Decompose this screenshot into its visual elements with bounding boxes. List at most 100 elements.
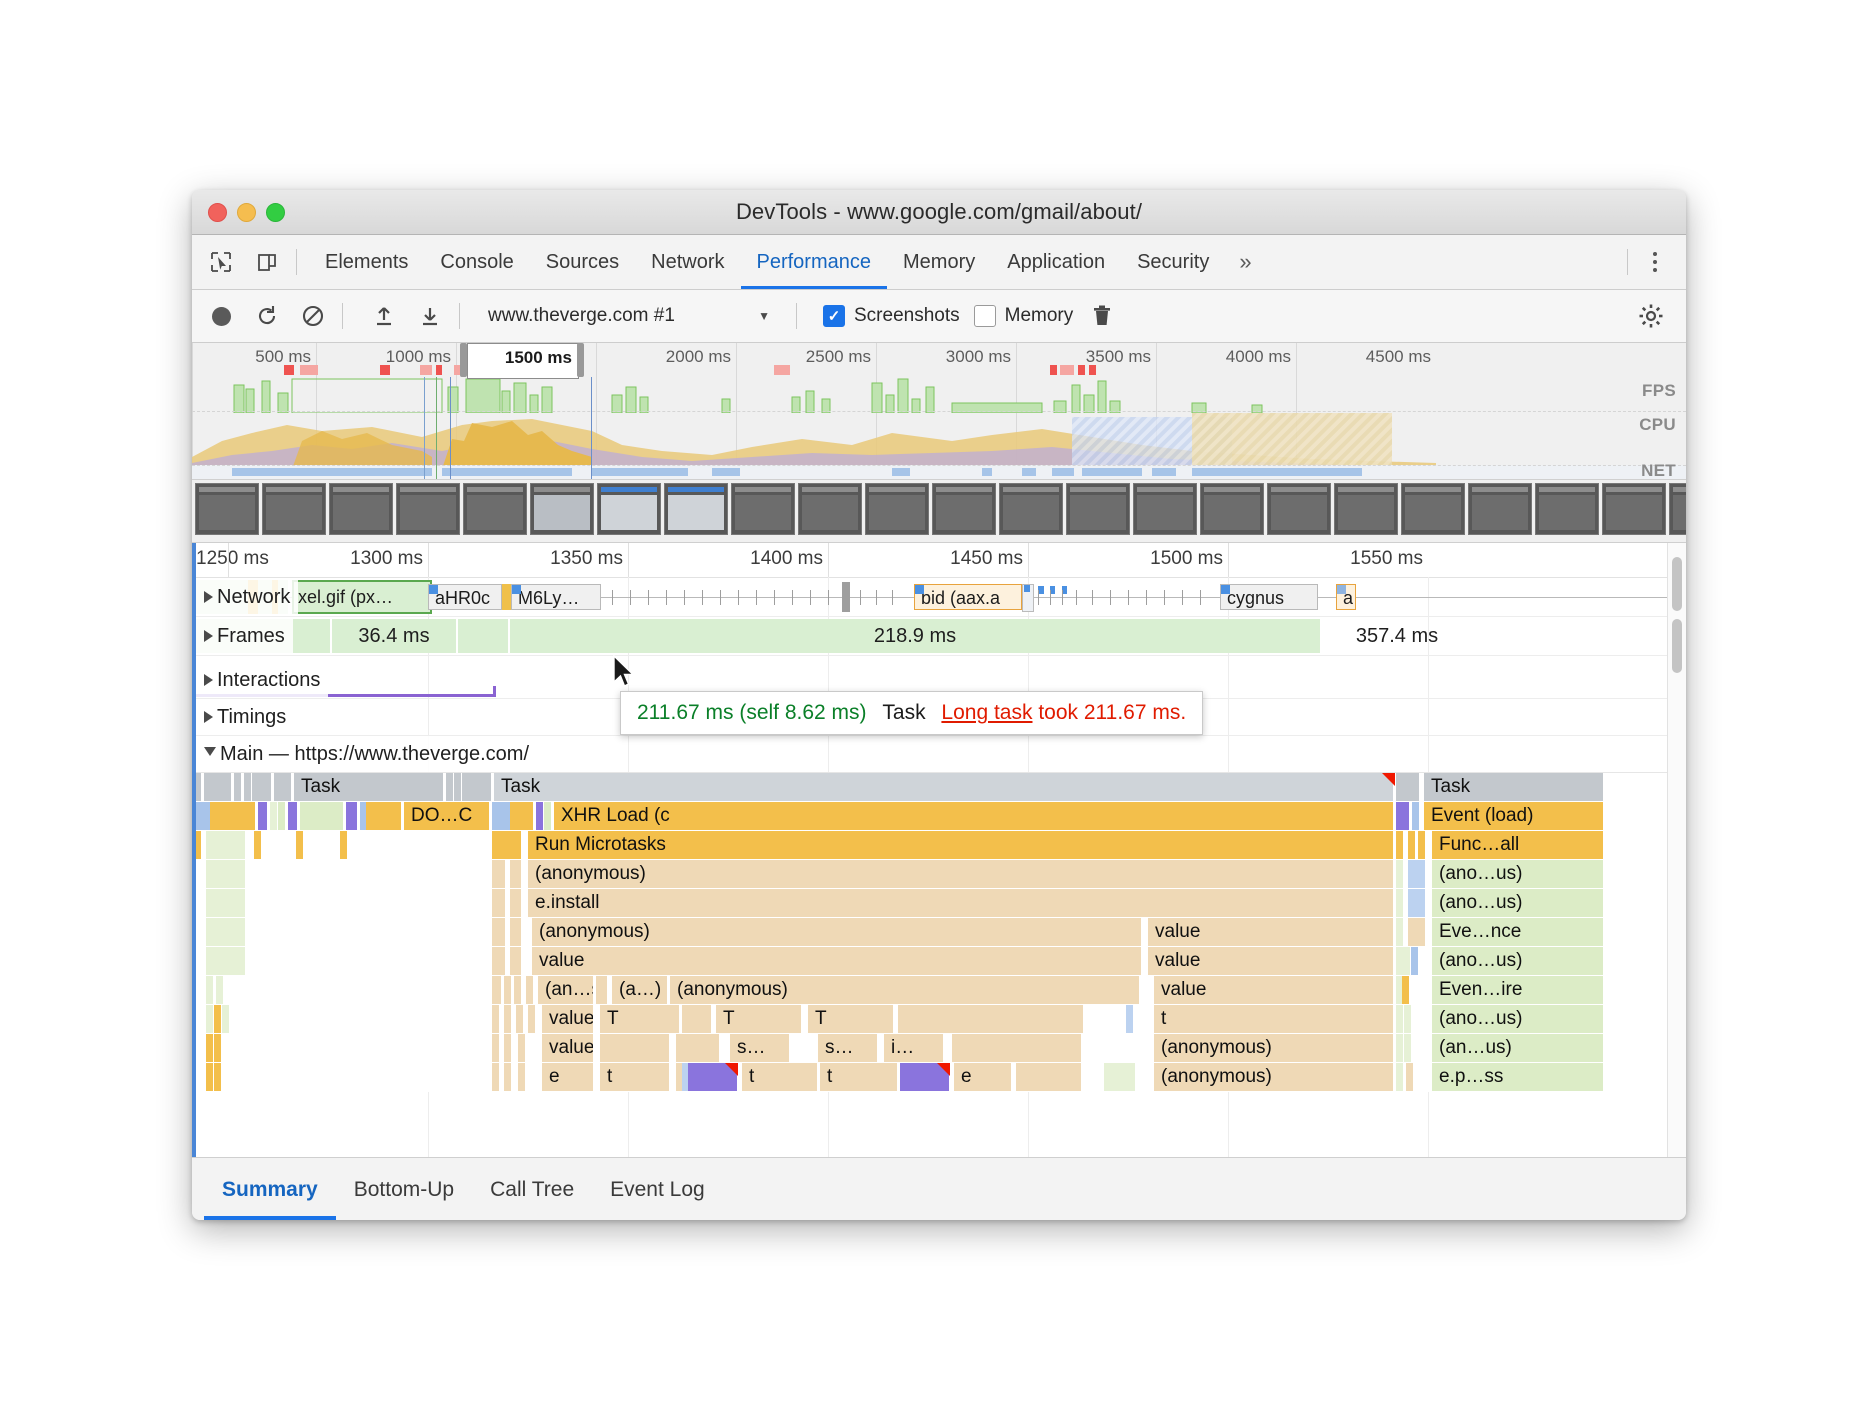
flame-block-task-2[interactable]: Task bbox=[494, 773, 1394, 801]
filmstrip-frame[interactable] bbox=[1468, 483, 1532, 535]
filmstrip-frame[interactable] bbox=[731, 483, 795, 535]
flame-block-anonymous-3[interactable]: (anonymous) bbox=[670, 976, 1140, 1004]
tab-summary[interactable]: Summary bbox=[204, 1159, 336, 1220]
flame-block-value-2[interactable]: value bbox=[532, 947, 1142, 975]
flame-block-s-2[interactable]: s… bbox=[818, 1034, 878, 1062]
frame-duration-2[interactable]: 218.9 ms bbox=[510, 619, 1322, 653]
filmstrip-frame[interactable] bbox=[664, 483, 728, 535]
flame-block-anonymous-2[interactable]: (anonymous) bbox=[532, 918, 1142, 946]
flame-block-value-5[interactable]: value bbox=[542, 1005, 594, 1033]
flame-block-xhr-load[interactable]: XHR Load (c bbox=[554, 802, 1394, 830]
flame-block-i-1[interactable]: i… bbox=[884, 1034, 944, 1062]
flame-block-task-3[interactable]: Task bbox=[1424, 773, 1604, 801]
cursor-inspect-icon[interactable] bbox=[204, 245, 238, 279]
track-main[interactable]: Main — https://www.theverge.com/ bbox=[192, 736, 1686, 773]
scrollbar-thumb-bottom[interactable] bbox=[1672, 619, 1682, 673]
flame-block-run-microtasks[interactable]: Run Microtasks bbox=[528, 831, 1394, 859]
filmstrip-frame[interactable] bbox=[1334, 483, 1398, 535]
flame-block-s-1[interactable]: s… bbox=[730, 1034, 790, 1062]
filmstrip-frame[interactable] bbox=[463, 483, 527, 535]
filmstrip-frame[interactable] bbox=[1267, 483, 1331, 535]
filmstrip-frame[interactable] bbox=[396, 483, 460, 535]
flame-block-an-s[interactable]: (an…s) bbox=[538, 976, 594, 1004]
flame-block-anon-right-4[interactable]: (ano…us) bbox=[1432, 1005, 1604, 1033]
flame-block-an-us[interactable]: (an…us) bbox=[1432, 1034, 1604, 1062]
load-profile-icon[interactable] bbox=[367, 299, 401, 333]
track-header-interactions[interactable]: Interactions bbox=[192, 662, 328, 698]
record-circle-icon[interactable] bbox=[204, 299, 238, 333]
filmstrip-frame[interactable] bbox=[597, 483, 661, 535]
network-request-cygnus[interactable]: cygnus bbox=[1220, 584, 1318, 610]
flame-block-anonymous-1[interactable]: (anonymous) bbox=[528, 860, 1394, 888]
more-tabs-icon[interactable]: » bbox=[1225, 249, 1265, 275]
frame-duration-1[interactable]: 36.4 ms bbox=[332, 619, 458, 653]
tab-console[interactable]: Console bbox=[424, 236, 529, 289]
flame-block-e-2[interactable]: e bbox=[954, 1063, 1012, 1091]
filmstrip-frame[interactable] bbox=[999, 483, 1063, 535]
memory-checkbox[interactable]: Memory bbox=[974, 305, 1074, 327]
frame-duration-3[interactable]: 357.4 ms bbox=[1322, 619, 1474, 653]
flame-block-anon-right-2[interactable]: (ano…us) bbox=[1432, 889, 1604, 917]
network-request-ahr0c[interactable]: aHR0c bbox=[428, 584, 502, 610]
flame-block-ep-ss[interactable]: e.p…ss bbox=[1432, 1063, 1604, 1091]
kebab-menu-icon[interactable] bbox=[1640, 252, 1670, 272]
overview-pane[interactable]: 500 ms 1000 ms 2000 ms 2500 ms 3000 ms 3… bbox=[192, 343, 1686, 480]
flame-block-func-call[interactable]: Func…all bbox=[1432, 831, 1604, 859]
tab-memory[interactable]: Memory bbox=[887, 236, 991, 289]
flame-block-doc[interactable]: DO…C bbox=[404, 802, 490, 830]
flame-block-evenice[interactable]: Eve…nce bbox=[1432, 918, 1604, 946]
flame-block-t-7[interactable]: t bbox=[820, 1063, 898, 1091]
recording-selector[interactable]: www.theverge.com #1 ▼ bbox=[472, 300, 784, 332]
flame-block-event-load[interactable]: Event (load) bbox=[1424, 802, 1604, 830]
filmstrip-frame[interactable] bbox=[932, 483, 996, 535]
gear-icon[interactable] bbox=[1634, 299, 1668, 333]
filmstrip[interactable] bbox=[192, 480, 1686, 543]
flame-block-anonymous-5[interactable]: (anonymous) bbox=[1154, 1063, 1394, 1091]
flame-block-t-1[interactable]: T bbox=[600, 1005, 680, 1033]
timeline-ruler[interactable]: 1250 ms 1300 ms 1350 ms 1400 ms 1450 ms … bbox=[192, 543, 1686, 578]
filmstrip-frame[interactable] bbox=[195, 483, 259, 535]
filmstrip-frame[interactable] bbox=[1401, 483, 1465, 535]
tab-elements[interactable]: Elements bbox=[309, 236, 424, 289]
flame-block-t-6[interactable]: t bbox=[742, 1063, 818, 1091]
tab-security[interactable]: Security bbox=[1121, 236, 1225, 289]
filmstrip-frame[interactable] bbox=[530, 483, 594, 535]
flame-chart-pane[interactable]: 1250 ms 1300 ms 1350 ms 1400 ms 1450 ms … bbox=[192, 543, 1686, 1157]
tab-sources[interactable]: Sources bbox=[530, 236, 635, 289]
tab-network[interactable]: Network bbox=[635, 236, 740, 289]
flame-block-t-5[interactable]: t bbox=[600, 1063, 670, 1091]
filmstrip-frame[interactable] bbox=[1535, 483, 1599, 535]
network-request-xelgif[interactable]: xel.gif (px… bbox=[292, 584, 432, 610]
filmstrip-frame[interactable] bbox=[262, 483, 326, 535]
flamechart-scrollbar[interactable] bbox=[1667, 543, 1686, 1157]
filmstrip-frame[interactable] bbox=[1200, 483, 1264, 535]
flame-block-value-6[interactable]: value bbox=[542, 1034, 594, 1062]
flame-block-value-4[interactable]: value bbox=[1154, 976, 1394, 1004]
flame-chart[interactable]: Task Task Task bbox=[192, 773, 1686, 1092]
filmstrip-frame[interactable] bbox=[798, 483, 862, 535]
filmstrip-frame[interactable] bbox=[329, 483, 393, 535]
track-header-network[interactable]: Network bbox=[192, 578, 298, 616]
overview-selection-right-handle[interactable] bbox=[577, 343, 584, 377]
tab-event-log[interactable]: Event Log bbox=[592, 1159, 723, 1220]
flame-block-a-ellipsis[interactable]: (a…) bbox=[612, 976, 668, 1004]
scrollbar-thumb-top[interactable] bbox=[1672, 557, 1682, 611]
network-request-a[interactable]: a bbox=[1336, 584, 1356, 610]
filmstrip-frame[interactable] bbox=[1133, 483, 1197, 535]
screenshots-checkbox[interactable]: Screenshots bbox=[823, 305, 960, 327]
flame-block-value-1[interactable]: value bbox=[1148, 918, 1394, 946]
tab-performance[interactable]: Performance bbox=[741, 236, 888, 289]
clear-icon[interactable] bbox=[296, 299, 330, 333]
tab-application[interactable]: Application bbox=[991, 236, 1121, 289]
track-frames[interactable]: 36.4 ms 218.9 ms 357.4 ms Frames bbox=[192, 617, 1686, 656]
tab-call-tree[interactable]: Call Tree bbox=[472, 1159, 592, 1220]
filmstrip-frame[interactable] bbox=[1602, 483, 1666, 535]
reload-record-icon[interactable] bbox=[250, 299, 284, 333]
filmstrip-frame[interactable] bbox=[1066, 483, 1130, 535]
flame-block-task-1[interactable]: Task bbox=[294, 773, 444, 801]
network-request-bid[interactable]: bid (aax.a bbox=[914, 584, 1022, 610]
track-network[interactable]: xel.gif (px… aHR0c M6Ly… bbox=[192, 578, 1686, 617]
save-profile-icon[interactable] bbox=[413, 299, 447, 333]
filmstrip-frame[interactable] bbox=[1669, 483, 1686, 535]
tooltip-warning-link[interactable]: Long task bbox=[941, 701, 1032, 724]
